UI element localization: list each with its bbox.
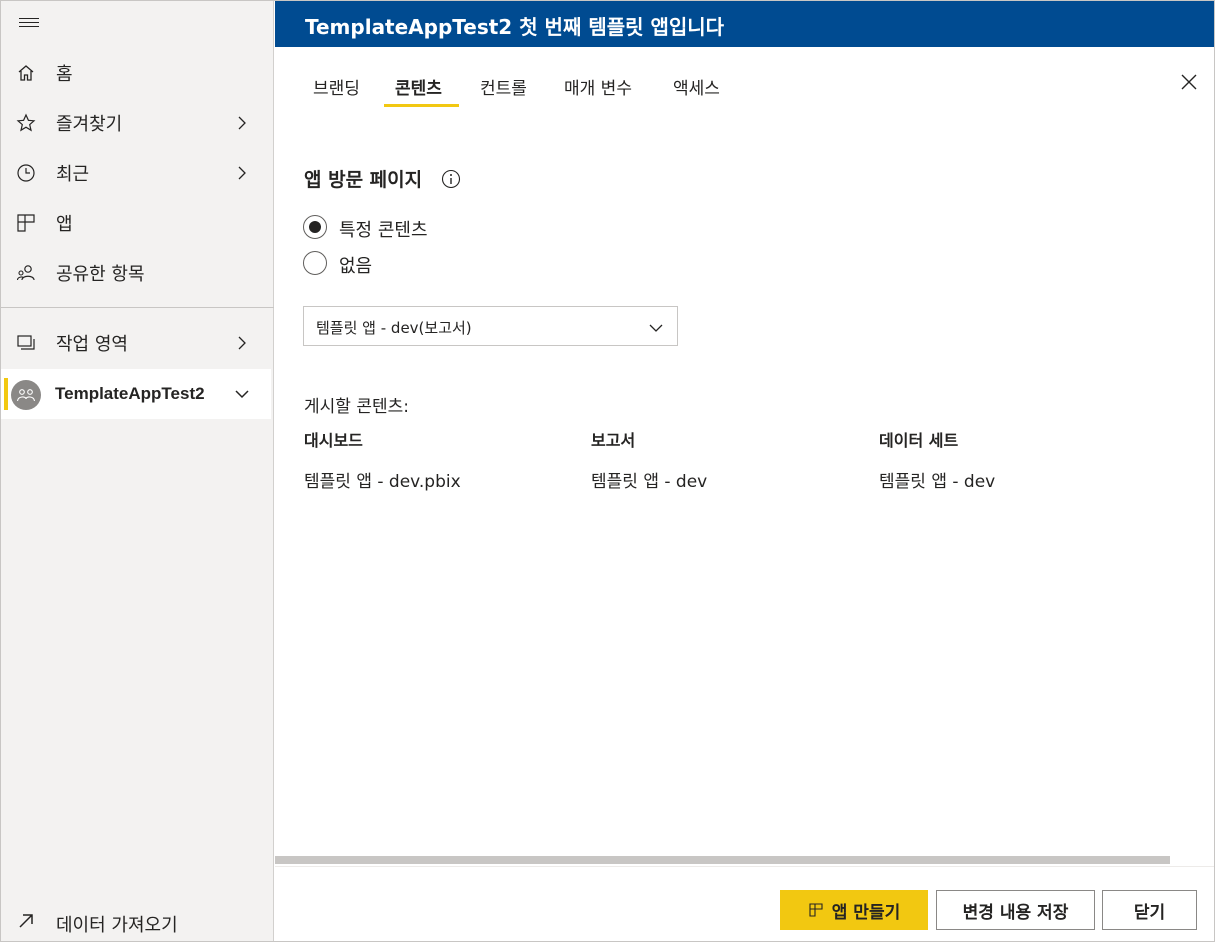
save-changes-label: 변경 내용 저장 bbox=[962, 902, 1069, 923]
shared-icon bbox=[15, 262, 37, 284]
active-tab-indicator bbox=[384, 104, 459, 107]
save-changes-button[interactable]: 변경 내용 저장 bbox=[936, 890, 1095, 930]
radio-specific-content[interactable] bbox=[303, 215, 327, 239]
report-value: 템플릿 앱 - dev bbox=[591, 472, 708, 492]
home-icon bbox=[15, 62, 37, 84]
footer-divider bbox=[275, 866, 1214, 867]
column-header-report: 보고서 bbox=[591, 431, 636, 450]
close-icon[interactable] bbox=[1179, 72, 1199, 92]
dropdown-selected-value: 템플릿 앱 - dev(보고서) bbox=[316, 319, 472, 337]
tab-branding[interactable]: 브랜딩 bbox=[313, 74, 360, 106]
sidebar-item-label: 공유한 항목 bbox=[56, 264, 145, 285]
get-data-button[interactable]: 데이터 가져오기 bbox=[1, 901, 271, 941]
workspaces-icon bbox=[15, 332, 37, 354]
get-data-label: 데이터 가져오기 bbox=[56, 915, 178, 936]
arrow-up-right-icon bbox=[15, 910, 37, 932]
apps-icon bbox=[809, 903, 823, 917]
chevron-right-icon bbox=[238, 116, 246, 130]
column-header-dataset: 데이터 세트 bbox=[879, 431, 959, 450]
clock-icon bbox=[15, 162, 37, 184]
horizontal-scrollbar[interactable] bbox=[275, 856, 1170, 864]
publish-content-label: 게시할 콘텐츠: bbox=[304, 397, 409, 417]
landing-content-dropdown[interactable]: 템플릿 앱 - dev(보고서) bbox=[303, 306, 678, 346]
sidebar-item-label: 홈 bbox=[56, 64, 73, 85]
sidebar: 홈 즐겨찾기 최근 앱 공유한 항목 작업 영역 TemplateAppTest… bbox=[1, 1, 274, 941]
dataset-value: 템플릿 앱 - dev bbox=[879, 472, 996, 492]
create-app-label: 앱 만들기 bbox=[831, 902, 901, 923]
info-icon[interactable] bbox=[441, 169, 461, 189]
close-button[interactable]: 닫기 bbox=[1102, 890, 1197, 930]
sidebar-item-recent[interactable]: 최근 bbox=[1, 149, 271, 197]
radio-specific-content-label: 특정 콘텐츠 bbox=[339, 220, 428, 241]
tab-parameters[interactable]: 매개 변수 bbox=[564, 74, 632, 106]
sidebar-item-apps[interactable]: 앱 bbox=[1, 199, 271, 247]
close-label: 닫기 bbox=[1133, 902, 1166, 923]
landing-page-title: 앱 방문 페이지 bbox=[304, 169, 423, 191]
workspace-avatar-icon bbox=[11, 380, 41, 410]
tab-control[interactable]: 컨트롤 bbox=[480, 74, 527, 106]
sidebar-item-label: 즐겨찾기 bbox=[56, 114, 123, 135]
app-header: TemplateAppTest2 첫 번째 템플릿 앱입니다 bbox=[275, 1, 1214, 47]
sidebar-item-shared[interactable]: 공유한 항목 bbox=[1, 249, 271, 297]
radio-none[interactable] bbox=[303, 251, 327, 275]
radio-none-label: 없음 bbox=[339, 256, 373, 277]
apps-icon bbox=[15, 212, 37, 234]
hamburger-menu-icon[interactable] bbox=[19, 15, 39, 35]
active-indicator bbox=[4, 378, 8, 410]
column-header-dashboard: 대시보드 bbox=[304, 431, 363, 450]
active-workspace-label: TemplateAppTest2 bbox=[55, 384, 205, 403]
page-title: TemplateAppTest2 첫 번째 템플릿 앱입니다 bbox=[305, 15, 725, 39]
dashboard-value: 템플릿 앱 - dev.pbix bbox=[304, 472, 461, 492]
create-app-button[interactable]: 앱 만들기 bbox=[780, 890, 928, 930]
sidebar-item-label: 작업 영역 bbox=[56, 334, 128, 355]
tab-content[interactable]: 콘텐츠 bbox=[395, 74, 442, 106]
sidebar-item-favorites[interactable]: 즐겨찾기 bbox=[1, 99, 271, 147]
sidebar-item-workspaces[interactable]: 작업 영역 bbox=[1, 319, 271, 367]
chevron-right-icon bbox=[238, 336, 246, 350]
sidebar-divider bbox=[1, 307, 274, 308]
chevron-right-icon bbox=[238, 166, 246, 180]
sidebar-item-active-workspace[interactable]: TemplateAppTest2 bbox=[1, 369, 271, 419]
star-icon bbox=[15, 112, 37, 134]
chevron-down-icon bbox=[235, 390, 249, 399]
sidebar-item-label: 앱 bbox=[56, 214, 73, 235]
sidebar-item-home[interactable]: 홈 bbox=[1, 49, 271, 97]
tab-access[interactable]: 액세스 bbox=[673, 74, 720, 106]
sidebar-item-label: 최근 bbox=[56, 164, 90, 185]
chevron-down-icon bbox=[649, 324, 663, 332]
